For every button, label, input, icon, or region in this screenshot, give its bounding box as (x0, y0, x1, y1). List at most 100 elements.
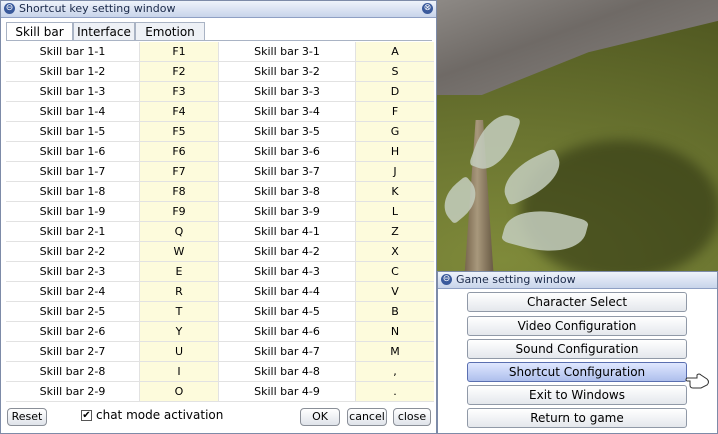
close-icon[interactable]: ⊗ (422, 3, 433, 14)
return-to-game-button[interactable]: Return to game (467, 408, 687, 428)
exit-to-windows-button[interactable]: Exit to Windows (467, 385, 687, 405)
hand-pointer-icon (685, 373, 709, 389)
key-binding-cell[interactable]: E (139, 262, 219, 281)
table-row: Skill bar 2-8 I Skill bar 4-8, (6, 362, 434, 382)
key-binding-cell[interactable]: G (355, 122, 434, 141)
key-binding-cell[interactable]: F8 (139, 182, 219, 201)
shortcut-key-window: ⊖ Shortcut key setting window ⊗ Skill ba… (0, 0, 437, 434)
key-binding-cell[interactable]: V (355, 282, 434, 301)
skill-slot-label: Skill bar 3-9 (254, 205, 320, 218)
key-binding-cell[interactable]: A (355, 42, 434, 61)
character-select-button[interactable]: Character Select (467, 292, 687, 312)
tab-emotion[interactable]: Emotion (135, 22, 205, 40)
table-row: Skill bar 1-7 F7 Skill bar 3-7 J (6, 162, 434, 182)
table-row: Skill bar 1-6 F6 Skill bar 3-6 H (6, 142, 434, 162)
key-binding-cell[interactable]: X (355, 242, 434, 261)
key-binding-cell[interactable]: D (355, 82, 434, 101)
key-binding-cell[interactable]: Q (139, 222, 219, 241)
table-row: Skill bar 2-6 Y Skill bar 4-6 N (6, 322, 434, 342)
skill-slot-label: Skill bar 4-8 (254, 365, 320, 378)
tab-skill-bar[interactable]: Skill bar (6, 22, 73, 41)
key-binding-cell[interactable]: F5 (139, 122, 219, 141)
leaf (468, 107, 522, 177)
reset-button[interactable]: Reset (7, 408, 47, 426)
skill-slot-label: Skill bar 1-7 (39, 165, 106, 178)
skill-slot-label: Skill bar 2-9 (39, 385, 106, 398)
key-binding-cell[interactable]: F1 (139, 42, 219, 61)
table-row: Skill bar 1-9 F9 Skill bar 3-9 L (6, 202, 434, 222)
table-row: Skill bar 2-9 O Skill bar 4-9. (6, 382, 434, 402)
table-row: Skill bar 2-1 Q Skill bar 4-1 Z (6, 222, 434, 242)
skill-slot-label: Skill bar 2-1 (39, 225, 106, 238)
skill-slot-label: Skill bar 1-3 (39, 85, 106, 98)
table-row: Skill bar 1-2 F2 Skill bar 3-2 S (6, 62, 434, 82)
key-binding-cell[interactable]: F2 (139, 62, 219, 81)
key-binding-cell[interactable]: B (355, 302, 434, 321)
key-binding-cell[interactable]: K (355, 182, 434, 201)
key-binding-cell[interactable]: W (139, 242, 219, 261)
skill-slot-label: Skill bar 4-7 (254, 345, 320, 358)
skill-slot-label: Skill bar 4-4 (254, 285, 320, 298)
skill-slot-label: Skill bar 2-3 (39, 265, 106, 278)
skill-slot-label: Skill bar 2-5 (39, 305, 106, 318)
skill-slot-label: Skill bar 4-6 (254, 325, 320, 338)
chat-mode-label: chat mode activation (96, 408, 224, 422)
skill-slot-label: Skill bar 3-1 (254, 45, 320, 58)
key-binding-cell[interactable]: H (355, 142, 434, 161)
key-binding-cell[interactable]: L (355, 202, 434, 221)
tab-interface[interactable]: Interface (73, 22, 135, 40)
skill-slot-label: Skill bar 4-5 (254, 305, 320, 318)
key-binding-cell[interactable]: N (355, 322, 434, 341)
skill-slot-label: Skill bar 2-2 (39, 245, 106, 258)
key-binding-cell[interactable]: S (355, 62, 434, 81)
key-binding-cell[interactable]: Z (355, 222, 434, 241)
key-binding-cell[interactable]: , (355, 362, 434, 381)
key-binding-cell[interactable]: Y (139, 322, 219, 341)
skill-slot-label: Skill bar 2-6 (39, 325, 106, 338)
chat-mode-checkbox[interactable]: ✔ (81, 410, 92, 421)
shortcut-window-titlebar[interactable]: ⊖ Shortcut key setting window ⊗ (1, 1, 436, 18)
video-configuration-button[interactable]: Video Configuration (467, 316, 687, 336)
table-row: Skill bar 1-8 F8 Skill bar 3-8 K (6, 182, 434, 202)
key-binding-cell[interactable]: J (355, 162, 434, 181)
key-binding-cell[interactable]: O (139, 382, 219, 401)
key-binding-cell[interactable]: T (139, 302, 219, 321)
shortcut-window-footer: Reset ✔ chat mode activation OK cancel c… (1, 403, 438, 433)
key-binding-cell[interactable]: I (139, 362, 219, 381)
table-row: Skill bar 2-7 U Skill bar 4-7 M (6, 342, 434, 362)
table-row: Skill bar 1-3 F3 Skill bar 3-3 D (6, 82, 434, 102)
key-binding-cell[interactable]: F9 (139, 202, 219, 221)
cancel-button[interactable]: cancel (347, 408, 387, 426)
key-binding-cell[interactable]: C (355, 262, 434, 281)
skill-slot-label: Skill bar 3-4 (254, 105, 320, 118)
table-row: Skill bar 2-4 R Skill bar 4-4 V (6, 282, 434, 302)
skill-slot-label: Skill bar 3-7 (254, 165, 320, 178)
ok-button[interactable]: OK (300, 408, 340, 426)
skill-slot-label: Skill bar 1-1 (39, 45, 106, 58)
key-binding-cell[interactable]: . (355, 382, 434, 401)
sound-configuration-button[interactable]: Sound Configuration (467, 339, 687, 359)
key-binding-cell[interactable]: F4 (139, 102, 219, 121)
skill-slot-label: Skill bar 2-7 (39, 345, 106, 358)
game-setting-titlebar[interactable]: ⊖ Game setting window (438, 272, 717, 289)
key-binding-cell[interactable]: R (139, 282, 219, 301)
skill-slot-label: Skill bar 4-2 (254, 245, 320, 258)
shortcut-table: Skill bar 1-1 F1 Skill bar 3-1 A Skill bar 1… (6, 42, 434, 402)
key-binding-cell[interactable]: F7 (139, 162, 219, 181)
key-binding-cell[interactable]: F (355, 102, 434, 121)
shortcut-window-title: Shortcut key setting window (19, 2, 176, 15)
skill-slot-label: Skill bar 3-5 (254, 125, 320, 138)
skill-slot-label: Skill bar 3-8 (254, 185, 320, 198)
key-binding-cell[interactable]: F6 (139, 142, 219, 161)
key-binding-cell[interactable]: U (139, 342, 219, 361)
skill-slot-label: Skill bar 4-1 (254, 225, 320, 238)
skill-slot-label: Skill bar 1-2 (39, 65, 106, 78)
shortcut-configuration-button[interactable]: Shortcut Configuration (467, 362, 687, 382)
table-row: Skill bar 1-5 F5 Skill bar 3-5 G (6, 122, 434, 142)
close-button[interactable]: close (393, 408, 431, 426)
skill-slot-label: Skill bar 2-8 (39, 365, 106, 378)
key-binding-cell[interactable]: M (355, 342, 434, 361)
key-binding-cell[interactable]: F3 (139, 82, 219, 101)
skill-slot-label: Skill bar 1-9 (39, 205, 106, 218)
skill-slot-label: Skill bar 4-9 (254, 385, 320, 398)
